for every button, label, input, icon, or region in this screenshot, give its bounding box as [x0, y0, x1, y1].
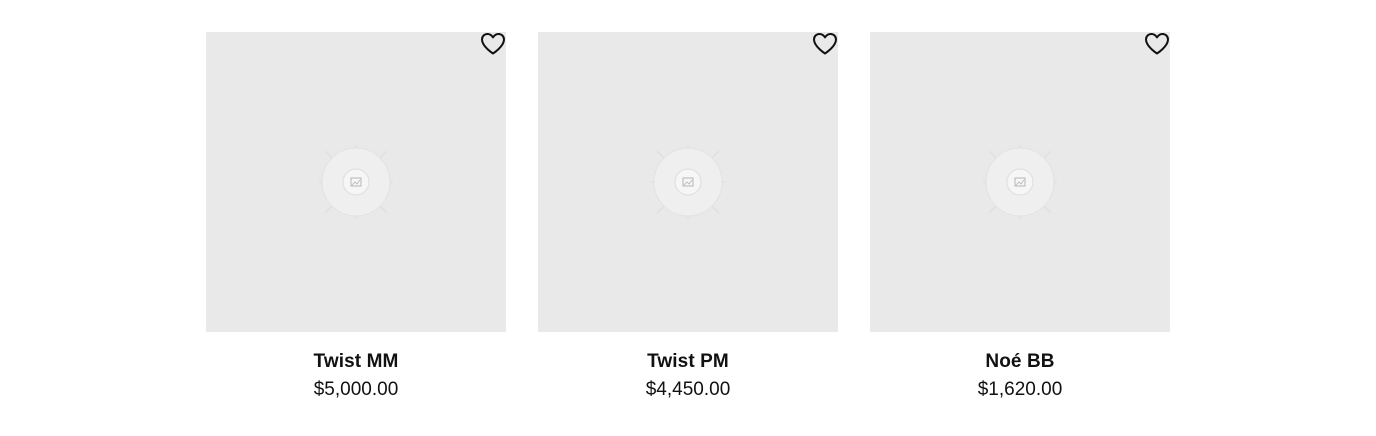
product-name[interactable]: Noé BB [870, 351, 1170, 373]
image-placeholder-icon [319, 145, 393, 219]
product-price: $4,450.00 [645, 379, 731, 400]
heart-icon[interactable] [812, 32, 838, 56]
product-card[interactable]: Noé BB $1,620.00 [870, 32, 1170, 401]
product-price: $5,000.00 [313, 379, 399, 400]
product-image[interactable] [538, 32, 838, 332]
product-image[interactable] [870, 32, 1170, 332]
image-placeholder-icon [651, 145, 725, 219]
product-name[interactable]: Twist PM [538, 351, 838, 373]
product-price: $1,620.00 [977, 379, 1063, 400]
product-grid: Twist MM $5,000.00 Twist PM $4,450.00 No… [206, 32, 1170, 401]
heart-icon[interactable] [480, 32, 506, 56]
product-image[interactable] [206, 32, 506, 332]
heart-icon[interactable] [1144, 32, 1170, 56]
product-name[interactable]: Twist MM [206, 351, 506, 373]
image-placeholder-icon [983, 145, 1057, 219]
product-card[interactable]: Twist PM $4,450.00 [538, 32, 838, 401]
product-card[interactable]: Twist MM $5,000.00 [206, 32, 506, 401]
